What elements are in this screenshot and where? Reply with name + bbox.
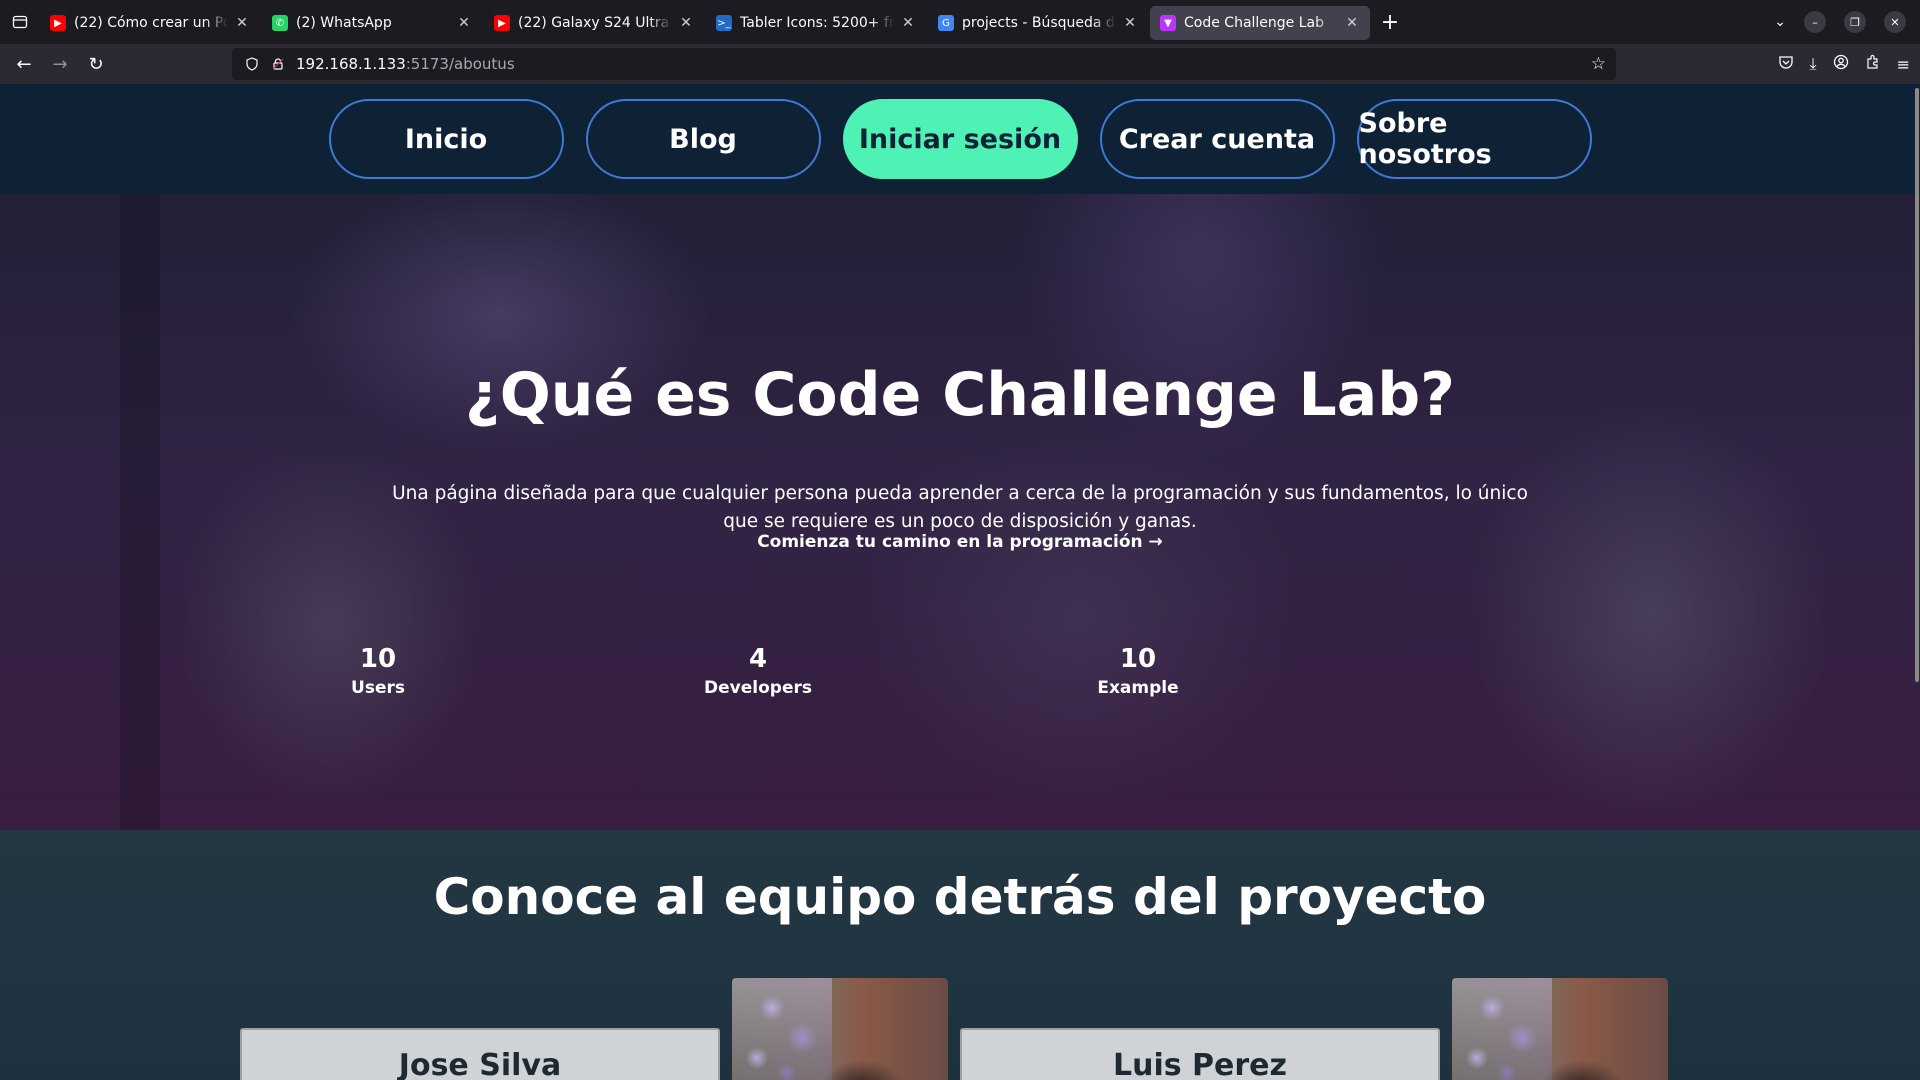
url-bar[interactable]: 192.168.1.133:5173/aboutus ☆ — [232, 48, 1616, 80]
lock-icon[interactable] — [270, 56, 286, 72]
member-photo — [1452, 978, 1668, 1080]
stat-value: 10 — [1119, 644, 1157, 674]
stat-label: Developers — [704, 678, 812, 698]
tabler-icon: >_ — [716, 15, 732, 31]
stat-value: 4 — [748, 644, 768, 674]
google-icon: G — [938, 15, 954, 31]
nav-signup-button[interactable]: Crear cuenta — [1099, 99, 1335, 179]
stat-users: 10 Users — [298, 642, 458, 698]
stat-label: Example — [1097, 678, 1179, 698]
url-host: 192.168.1.133 — [296, 55, 406, 73]
hero-title: ¿Qué es Code Challenge Lab? — [465, 360, 1455, 430]
browser-tab[interactable]: ▼ Code Challenge Lab ✕ — [1150, 6, 1370, 40]
chevron-down-icon[interactable]: ⌄ — [1774, 14, 1786, 30]
nav-about-button[interactable]: Sobre nosotros — [1356, 99, 1592, 179]
hero-cta-link[interactable]: Comienza tu camino en la programación → — [0, 532, 1920, 552]
member-photo — [732, 978, 948, 1080]
youtube-icon: ▶ — [494, 15, 510, 31]
extensions-icon[interactable] — [1865, 54, 1881, 74]
close-window-icon[interactable]: ✕ — [1884, 11, 1906, 33]
tab-list-icon[interactable] — [0, 0, 40, 44]
page-content: Inicio Blog Iniciar sesión Crear cuenta … — [0, 84, 1920, 1080]
vite-icon: ▼ — [1160, 15, 1176, 31]
tab-title: Code Challenge Lab — [1184, 15, 1324, 31]
stat-developers: 4 Developers — [678, 642, 838, 698]
hero-section: ¿Qué es Code Challenge Lab? Una página d… — [0, 194, 1920, 830]
team-card: Luis Perez — [960, 1028, 1440, 1080]
site-navigation: Inicio Blog Iniciar sesión Crear cuenta … — [0, 84, 1920, 194]
tab-title: (2) WhatsApp — [296, 15, 392, 31]
hero-description: Una página diseñada para que cualquier p… — [392, 483, 1528, 532]
browser-tab-bar: ▶ (22) Cómo crear un Portf ✕ ✆ (2) WhatsApp ✕… — [0, 0, 1920, 44]
nav-blog-button[interactable]: Blog — [585, 99, 821, 179]
tab-title: Tabler Icons: 5200+ free i — [740, 15, 894, 31]
browser-tab[interactable]: >_ Tabler Icons: 5200+ free i ✕ — [706, 6, 926, 40]
url-text: 192.168.1.133:5173/aboutus — [296, 55, 515, 73]
tab-title: (22) Cómo crear un Portf — [74, 15, 228, 31]
team-section: Conoce al equipo detrás del proyecto Jos… — [0, 830, 1920, 1080]
close-tab-icon[interactable]: ✕ — [456, 15, 472, 31]
tab-title: (22) Galaxy S24 Ultra vs iP — [518, 15, 672, 31]
close-tab-icon[interactable]: ✕ — [234, 15, 250, 31]
downloads-icon[interactable]: ⤓ — [1810, 54, 1817, 74]
member-name: Jose Silva — [398, 1048, 562, 1080]
close-tab-icon[interactable]: ✕ — [678, 15, 694, 31]
pocket-icon[interactable] — [1778, 54, 1794, 74]
account-icon[interactable] — [1833, 54, 1849, 74]
url-path: :5173/aboutus — [405, 55, 515, 73]
browser-tab[interactable]: ✆ (2) WhatsApp ✕ — [262, 6, 482, 40]
member-name: Luis Perez — [1113, 1048, 1287, 1080]
bookmark-star-icon[interactable]: ☆ — [1591, 54, 1606, 74]
back-icon[interactable]: ← — [6, 46, 42, 82]
team-title: Conoce al equipo detrás del proyecto — [433, 868, 1487, 926]
whatsapp-icon: ✆ — [272, 15, 288, 31]
forward-icon[interactable]: → — [42, 46, 78, 82]
browser-tab[interactable]: Gprojects - Búsqueda de G ✕ — [928, 6, 1148, 40]
menu-icon[interactable]: ≡ — [1897, 55, 1910, 74]
close-tab-icon[interactable]: ✕ — [1344, 15, 1360, 31]
stat-label: Users — [351, 678, 405, 698]
browser-tab[interactable]: ▶ (22) Cómo crear un Portf ✕ — [40, 6, 260, 40]
youtube-icon: ▶ — [50, 15, 66, 31]
nav-login-button[interactable]: Iniciar sesión — [842, 99, 1078, 179]
close-tab-icon[interactable]: ✕ — [900, 15, 916, 31]
tab-title: projects - Búsqueda de G — [962, 15, 1116, 31]
browser-nav-bar: ← → ↻ 192.168.1.133:5173/aboutus ☆ ⤓ ≡ — [0, 44, 1920, 84]
restore-icon[interactable]: ❐ — [1844, 11, 1866, 33]
browser-tab[interactable]: ▶ (22) Galaxy S24 Ultra vs iP ✕ — [484, 6, 704, 40]
nav-inicio-button[interactable]: Inicio — [328, 99, 564, 179]
shield-icon[interactable] — [244, 56, 260, 72]
stat-value: 10 — [359, 644, 397, 674]
new-tab-button[interactable]: + — [1372, 4, 1408, 40]
team-card: Jose Silva — [240, 1028, 720, 1080]
close-tab-icon[interactable]: ✕ — [1122, 15, 1138, 31]
reload-icon[interactable]: ↻ — [78, 46, 114, 82]
stat-example: 10 Example — [1058, 642, 1218, 698]
minimize-icon[interactable]: – — [1804, 11, 1826, 33]
